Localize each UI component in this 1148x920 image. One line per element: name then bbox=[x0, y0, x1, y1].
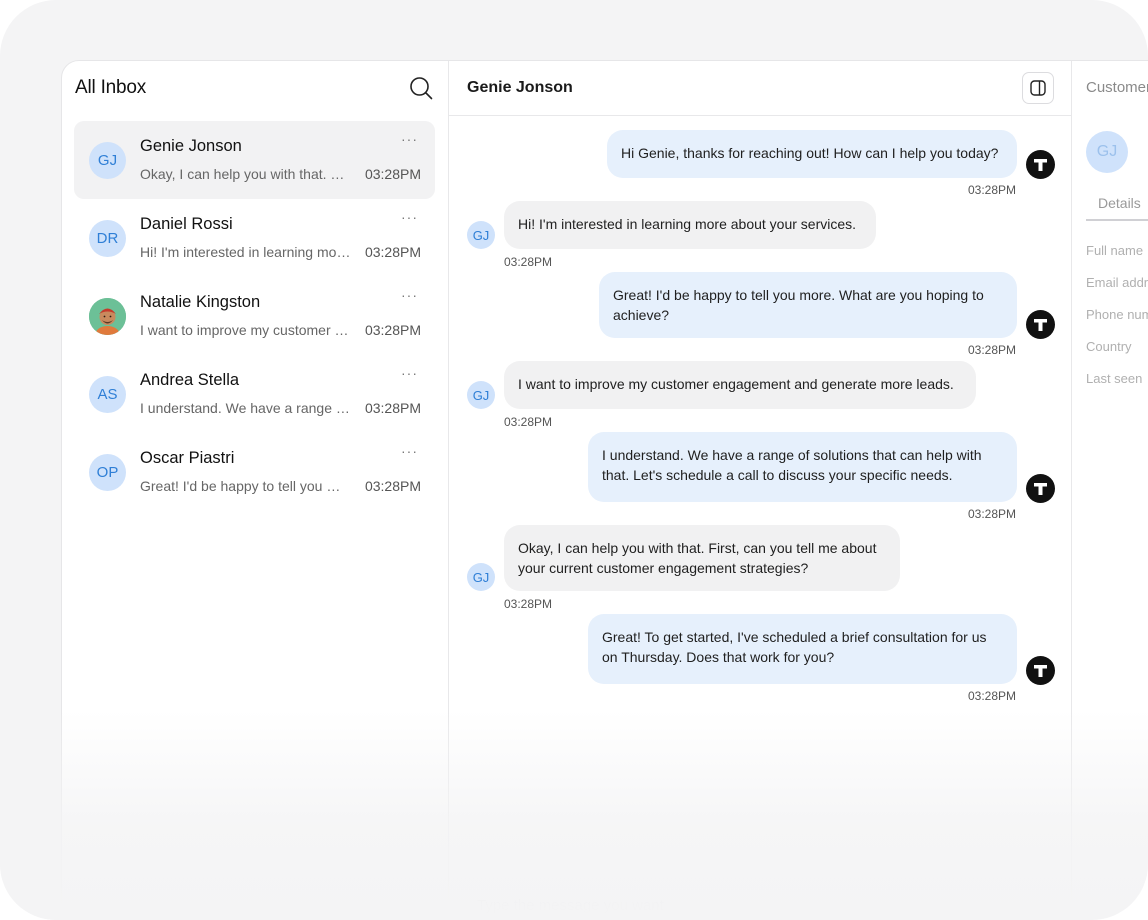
inbox-app: All Inbox GJ Genie Jonson Okay, I can he… bbox=[61, 60, 1148, 920]
brand-t-icon bbox=[1034, 483, 1047, 495]
message-input[interactable]: Type the message you want bbox=[477, 897, 664, 914]
message-bubble-incoming: Okay, I can help you with that. First, c… bbox=[504, 525, 900, 591]
conversation-time: 03:28PM bbox=[364, 166, 421, 182]
search-icon bbox=[410, 77, 433, 100]
chat-panel: Genie Jonson Hi Genie, thanks for reachi… bbox=[449, 61, 1072, 920]
message-bubble-outgoing: I understand. We have a range of solutio… bbox=[588, 432, 1017, 502]
agent-avatar bbox=[1026, 150, 1055, 179]
panel-toggle-button[interactable] bbox=[1022, 72, 1054, 104]
conversation-name: Andrea Stella bbox=[140, 371, 240, 389]
contact-avatar: GJ bbox=[467, 563, 495, 591]
conversation-name: Natalie Kingston bbox=[140, 293, 261, 311]
conversation-item-daniel-rossi[interactable]: DR Daniel Rossi Hi! I'm interested in le… bbox=[74, 199, 435, 277]
contact-avatar: GJ bbox=[467, 381, 495, 409]
brand-t-icon bbox=[1034, 665, 1047, 677]
conversation-time: 03:28PM bbox=[364, 400, 421, 416]
sidebar-header: All Inbox bbox=[75, 77, 434, 101]
sidebar-title: All Inbox bbox=[75, 77, 147, 98]
person-avatar-icon bbox=[89, 298, 126, 335]
avatar-photo bbox=[89, 298, 126, 335]
message-bubble-outgoing: Great! I'd be happy to tell you more. Wh… bbox=[599, 272, 1017, 338]
conversation-preview: Great! I'd be happy to tell you more. bbox=[140, 478, 352, 494]
message-time: 03:28PM bbox=[968, 689, 1017, 703]
customer-panel-title: Customer bbox=[1086, 79, 1148, 96]
customer-panel: Customer GJ Details Full name Email addr… bbox=[1072, 61, 1148, 920]
conversation-time: 03:28PM bbox=[364, 244, 421, 260]
more-horizontal-icon[interactable]: ··· bbox=[401, 443, 418, 459]
conversation-preview: I understand. We have a range of solutio… bbox=[140, 400, 352, 416]
conversation-item-natalie-kingston[interactable]: Natalie Kingston I want to improve my cu… bbox=[74, 277, 435, 355]
search-button[interactable] bbox=[408, 75, 434, 101]
chat-header: Genie Jonson bbox=[449, 61, 1071, 116]
avatar: GJ bbox=[89, 142, 126, 179]
field-label: Email address bbox=[1086, 275, 1148, 290]
message-time: 03:28PM bbox=[504, 597, 553, 611]
field-label: Last seen bbox=[1086, 371, 1143, 386]
conversation-list: GJ Genie Jonson Okay, I can help you wit… bbox=[74, 121, 435, 511]
sidebar-panel-icon bbox=[1030, 80, 1046, 96]
chat-title: Genie Jonson bbox=[467, 79, 573, 96]
conversation-item-andrea-stella[interactable]: AS Andrea Stella I understand. We have a… bbox=[74, 355, 435, 433]
message-bubble-incoming: Hi! I'm interested in learning more abou… bbox=[504, 201, 876, 249]
conversation-time: 03:28PM bbox=[364, 322, 421, 338]
brand-t-icon bbox=[1034, 159, 1047, 171]
conversation-item-oscar-piastri[interactable]: OP Oscar Piastri Great! I'd be happy to … bbox=[74, 433, 435, 511]
agent-avatar bbox=[1026, 474, 1055, 503]
more-horizontal-icon[interactable]: ··· bbox=[401, 131, 418, 147]
device-frame: All Inbox GJ Genie Jonson Okay, I can he… bbox=[0, 0, 1148, 920]
field-label: Country bbox=[1086, 339, 1132, 354]
conversation-item-genie-jonson[interactable]: GJ Genie Jonson Okay, I can help you wit… bbox=[74, 121, 435, 199]
avatar: OP bbox=[89, 454, 126, 491]
message-time: 03:28PM bbox=[968, 183, 1017, 197]
conversation-preview: Okay, I can help you with that. First, c… bbox=[140, 166, 352, 182]
message-bubble-outgoing: Great! To get started, I've scheduled a … bbox=[588, 614, 1017, 684]
tab-details[interactable]: Details bbox=[1086, 185, 1148, 221]
conversation-preview: I want to improve my customer engagement… bbox=[140, 322, 352, 338]
message-bubble-incoming: I want to improve my customer engagement… bbox=[504, 361, 976, 409]
message-bubble-outgoing: Hi Genie, thanks for reaching out! How c… bbox=[607, 130, 1017, 178]
brand-t-icon bbox=[1034, 319, 1047, 331]
avatar: DR bbox=[89, 220, 126, 257]
conversation-name: Genie Jonson bbox=[140, 137, 242, 155]
field-label: Full name bbox=[1086, 243, 1144, 258]
conversation-preview: Hi! I'm interested in learning more abou… bbox=[140, 244, 352, 260]
message-time: 03:28PM bbox=[504, 255, 553, 269]
inbox-sidebar: All Inbox GJ Genie Jonson Okay, I can he… bbox=[62, 61, 449, 920]
agent-avatar bbox=[1026, 656, 1055, 685]
message-time: 03:28PM bbox=[968, 343, 1017, 357]
customer-avatar: GJ bbox=[1086, 131, 1128, 173]
more-horizontal-icon[interactable]: ··· bbox=[401, 209, 418, 225]
message-time: 03:28PM bbox=[968, 507, 1017, 521]
conversation-time: 03:28PM bbox=[364, 478, 421, 494]
field-label: Phone number bbox=[1086, 307, 1148, 322]
message-time: 03:28PM bbox=[504, 415, 553, 429]
more-horizontal-icon[interactable]: ··· bbox=[401, 287, 418, 303]
more-horizontal-icon[interactable]: ··· bbox=[401, 365, 418, 381]
agent-avatar bbox=[1026, 310, 1055, 339]
avatar: AS bbox=[89, 376, 126, 413]
contact-avatar: GJ bbox=[467, 221, 495, 249]
conversation-name: Daniel Rossi bbox=[140, 215, 233, 233]
conversation-name: Oscar Piastri bbox=[140, 449, 235, 467]
